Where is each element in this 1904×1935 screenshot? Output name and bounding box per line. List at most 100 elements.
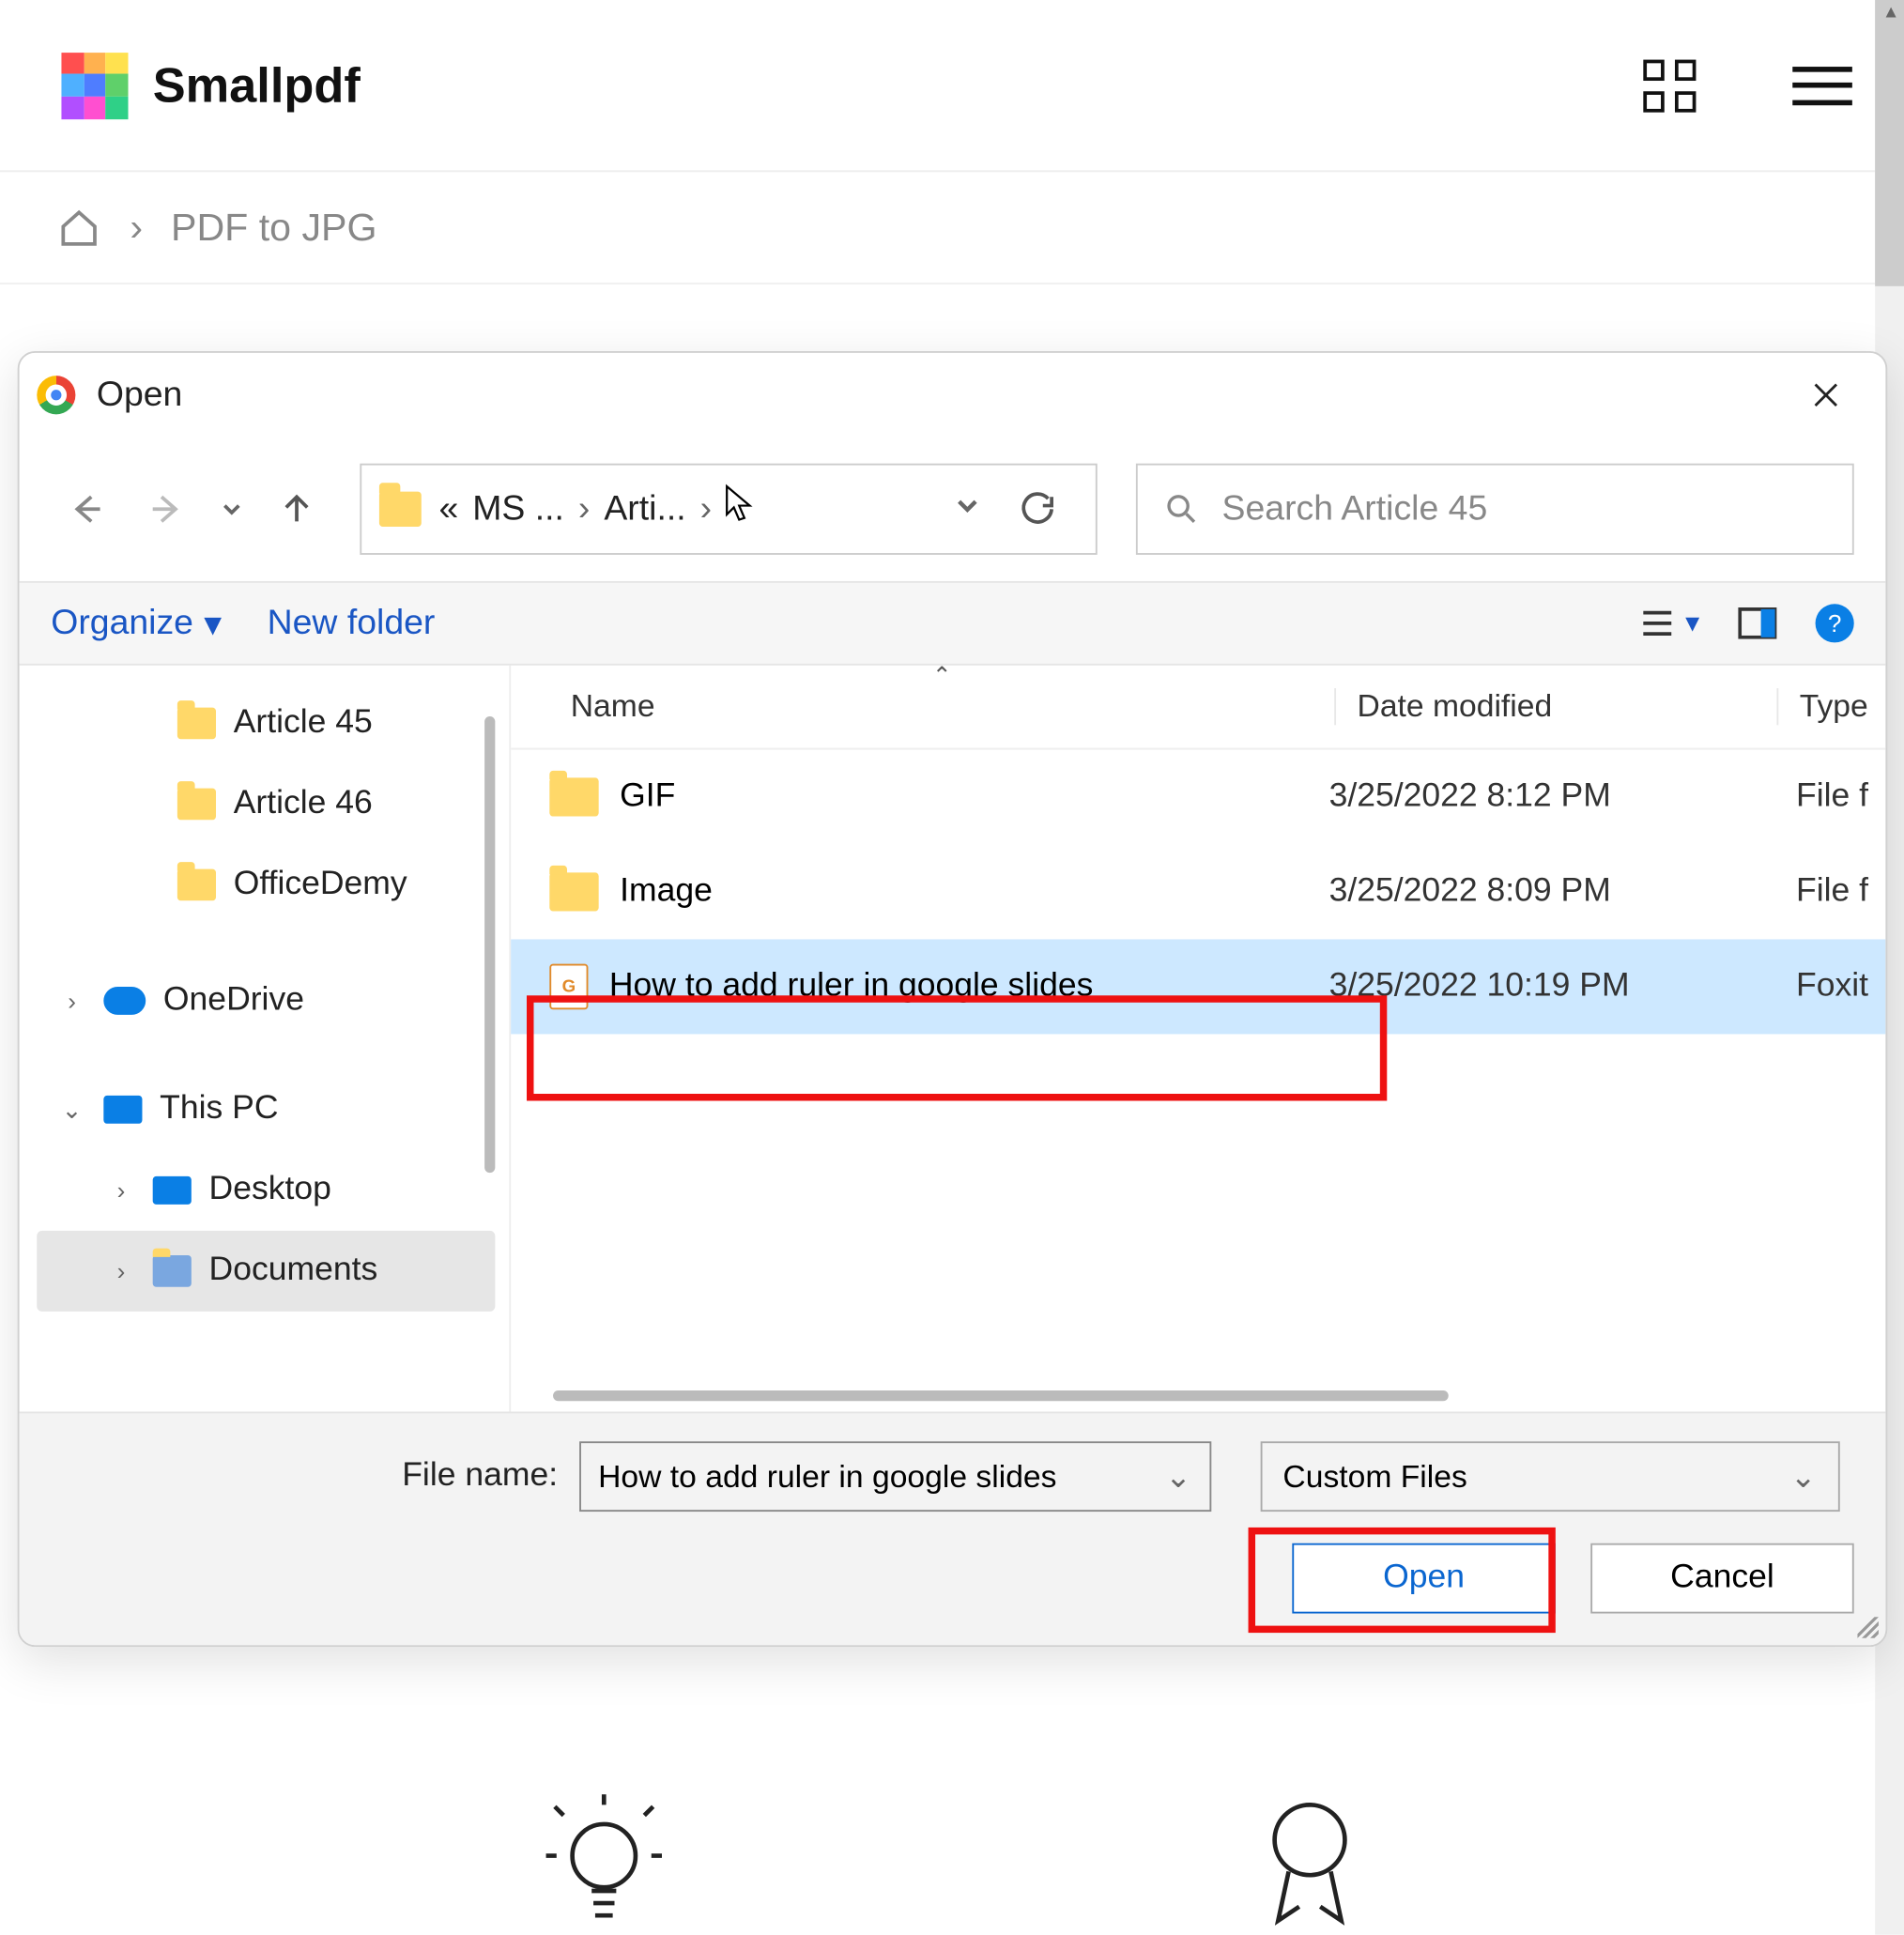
tree-item-article-46[interactable]: Article 46 bbox=[37, 763, 495, 844]
preview-pane-icon bbox=[1738, 607, 1776, 639]
documents-icon bbox=[153, 1255, 192, 1287]
file-type: File f bbox=[1796, 777, 1885, 816]
tree-label: OneDrive bbox=[163, 981, 304, 1020]
address-path: « MS ... › Arti... › bbox=[439, 489, 713, 530]
list-view-icon bbox=[1640, 609, 1675, 637]
column-name[interactable]: Name bbox=[571, 688, 1334, 725]
filename-value: How to add ruler in google slides bbox=[598, 1458, 1056, 1495]
tree-item-desktop[interactable]: ›Desktop bbox=[37, 1150, 495, 1231]
address-bar[interactable]: « MS ... › Arti... › bbox=[360, 464, 1097, 555]
refresh-icon bbox=[1020, 492, 1054, 527]
filename-input[interactable]: How to add ruler in google slides ⌄ bbox=[579, 1441, 1211, 1512]
award-ribbon-icon bbox=[1257, 1794, 1362, 1931]
dialog-toolbar: Organize ▾ New folder ▾ ? bbox=[20, 581, 1886, 666]
file-open-dialog: Open « MS ... › bbox=[18, 351, 1888, 1647]
chevron-right-icon: › bbox=[578, 489, 590, 530]
tree-label: Article 46 bbox=[234, 785, 373, 823]
organize-menu[interactable]: Organize ▾ bbox=[51, 601, 222, 645]
help-button[interactable]: ? bbox=[1816, 604, 1854, 642]
scroll-up-arrow[interactable]: ▲ bbox=[1882, 4, 1900, 23]
chevron-down-icon[interactable]: ⌄ bbox=[1165, 1458, 1191, 1495]
list-item-folder[interactable]: Image 3/25/2022 8:09 PM File f bbox=[511, 844, 1885, 939]
breadcrumb: › PDF to JPG bbox=[0, 172, 1904, 284]
dialog-title: Open bbox=[97, 375, 183, 415]
brand-logo-icon bbox=[61, 52, 128, 118]
file-date: 3/25/2022 8:09 PM bbox=[1329, 872, 1772, 911]
open-button[interactable]: Open bbox=[1292, 1543, 1556, 1614]
tree-label: Article 45 bbox=[234, 704, 373, 743]
folder-icon bbox=[549, 777, 598, 816]
search-input[interactable]: Search Article 45 bbox=[1136, 464, 1854, 555]
file-name: How to add ruler in google slides bbox=[609, 967, 1094, 1006]
tree-item-documents[interactable]: ›Documents bbox=[37, 1231, 495, 1312]
close-icon bbox=[1812, 381, 1840, 409]
forward-button[interactable] bbox=[131, 474, 202, 545]
tree-item-onedrive[interactable]: ›OneDrive bbox=[37, 960, 495, 1041]
cancel-button[interactable]: Cancel bbox=[1590, 1543, 1854, 1614]
column-type[interactable]: Type bbox=[1776, 688, 1885, 725]
list-header: ⌃ Name Date modified Type bbox=[511, 666, 1885, 750]
file-list: ⌃ Name Date modified Type GIF 3/25/2022 … bbox=[511, 666, 1885, 1412]
folder-icon bbox=[379, 492, 422, 527]
preview-pane-button[interactable] bbox=[1738, 607, 1776, 639]
brand-name: Smallpdf bbox=[153, 57, 361, 114]
tree-label: Desktop bbox=[209, 1171, 331, 1209]
chevron-down-icon bbox=[955, 493, 979, 517]
chevron-down-icon: ▾ bbox=[1685, 606, 1699, 640]
tree-label: Documents bbox=[209, 1252, 378, 1290]
path-seg-1[interactable]: MS ... bbox=[472, 489, 564, 530]
sort-indicator-icon: ⌃ bbox=[932, 662, 951, 690]
pdf-icon: G bbox=[549, 964, 588, 1010]
filetype-select[interactable]: Custom Files ⌄ bbox=[1260, 1441, 1839, 1512]
up-button[interactable] bbox=[262, 474, 332, 545]
dialog-nav: « MS ... › Arti... › Search Arti bbox=[20, 438, 1886, 581]
onedrive-icon bbox=[103, 987, 146, 1015]
menu-icon[interactable] bbox=[1792, 66, 1852, 104]
tree-scrollbar[interactable] bbox=[484, 716, 495, 1173]
new-folder-button[interactable]: New folder bbox=[268, 603, 436, 643]
back-button[interactable] bbox=[51, 474, 121, 545]
file-date: 3/25/2022 8:12 PM bbox=[1329, 777, 1772, 816]
page-scrollbar-thumb[interactable] bbox=[1875, 0, 1904, 286]
arrow-left-icon bbox=[69, 492, 103, 527]
file-name: GIF bbox=[620, 777, 675, 816]
tree-item-this-pc[interactable]: ⌄This PC bbox=[37, 1069, 495, 1150]
tree-item-article-45[interactable]: Article 45 bbox=[37, 683, 495, 763]
tree-label: This PC bbox=[160, 1090, 278, 1129]
tree-label: OfficeDemy bbox=[234, 866, 407, 904]
file-date: 3/25/2022 10:19 PM bbox=[1329, 967, 1772, 1006]
chevron-right-icon: › bbox=[700, 489, 712, 530]
filename-label: File name: bbox=[402, 1457, 558, 1496]
recent-dropdown[interactable] bbox=[212, 474, 251, 545]
brand-logo[interactable]: Smallpdf bbox=[61, 52, 360, 118]
chevron-down-icon: ▾ bbox=[204, 601, 222, 645]
view-list-button[interactable]: ▾ bbox=[1640, 606, 1700, 640]
search-placeholder: Search Article 45 bbox=[1222, 489, 1488, 530]
chevron-down-icon bbox=[222, 499, 242, 519]
chevron-down-icon: ⌄ bbox=[1790, 1458, 1817, 1495]
cursor-icon bbox=[722, 483, 757, 535]
close-button[interactable] bbox=[1790, 360, 1861, 430]
lightbulb-icon bbox=[542, 1794, 665, 1935]
address-dropdown[interactable] bbox=[955, 493, 979, 527]
list-h-scrollbar[interactable] bbox=[553, 1390, 1449, 1401]
filetype-value: Custom Files bbox=[1282, 1458, 1466, 1495]
arrow-right-icon bbox=[149, 492, 184, 527]
site-header: Smallpdf bbox=[0, 0, 1904, 172]
arrow-up-icon bbox=[279, 492, 314, 527]
list-item-folder[interactable]: GIF 3/25/2022 8:12 PM File f bbox=[511, 749, 1885, 844]
promo-row bbox=[0, 1794, 1904, 1935]
dialog-footer: File name: How to add ruler in google sl… bbox=[20, 1411, 1886, 1645]
breadcrumb-current[interactable]: PDF to JPG bbox=[171, 205, 376, 251]
tree-item-officedemy[interactable]: OfficeDemy bbox=[37, 844, 495, 925]
home-icon[interactable] bbox=[56, 207, 102, 249]
refresh-button[interactable] bbox=[997, 492, 1078, 527]
apps-grid-icon[interactable] bbox=[1643, 59, 1696, 112]
column-date[interactable]: Date modified bbox=[1334, 688, 1776, 725]
breadcrumb-sep: › bbox=[130, 205, 143, 251]
path-prefix: « bbox=[439, 489, 459, 530]
list-item-file-selected[interactable]: G How to add ruler in google slides 3/25/… bbox=[511, 939, 1885, 1034]
resize-grip[interactable] bbox=[1857, 1617, 1878, 1637]
dialog-titlebar: Open bbox=[20, 353, 1886, 438]
path-seg-2[interactable]: Arti... bbox=[604, 489, 685, 530]
